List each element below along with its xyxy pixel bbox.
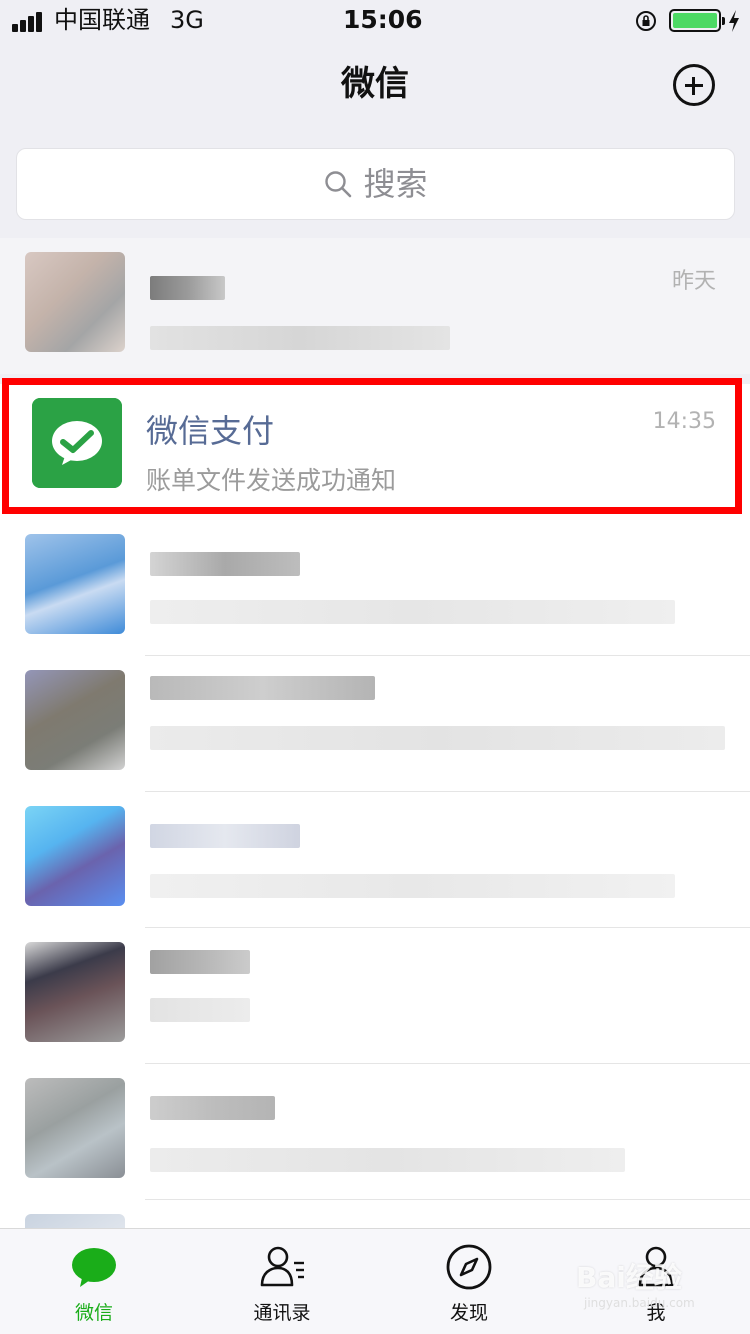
blurred-name <box>150 824 300 848</box>
blurred-preview <box>150 874 675 898</box>
search-icon <box>325 171 352 198</box>
blurred-preview <box>150 998 250 1022</box>
watermark-domain: jingyan.baidu.com <box>584 1296 695 1310</box>
charging-bolt-icon <box>729 10 739 32</box>
blurred-name <box>150 552 300 576</box>
plus-circle-icon[interactable] <box>673 64 715 106</box>
blurred-name <box>150 676 375 700</box>
compass-icon <box>446 1244 492 1290</box>
chat-row-blurred[interactable] <box>0 520 750 656</box>
chat-row-blurred[interactable]: 昨天 <box>0 238 750 374</box>
highlight-box <box>2 378 742 514</box>
tab-discover[interactable]: 发现 <box>375 1229 563 1334</box>
avatar <box>25 942 125 1042</box>
page-title: 微信 <box>341 64 409 104</box>
blurred-name <box>150 1096 275 1120</box>
tab-label: 通讯录 <box>253 1302 311 1324</box>
battery-icon <box>669 9 725 32</box>
battery-level <box>673 13 717 28</box>
avatar <box>25 1214 125 1228</box>
blurred-preview <box>150 1148 625 1172</box>
tab-contacts[interactable]: 通讯录 <box>188 1229 376 1334</box>
chat-row-blurred[interactable] <box>0 1200 750 1228</box>
chat-row-blurred[interactable] <box>0 792 750 928</box>
tab-label: 发现 <box>449 1302 488 1324</box>
rotation-lock-icon <box>636 11 656 31</box>
blurred-preview <box>150 726 725 750</box>
status-time: 15:06 <box>343 5 423 34</box>
avatar <box>25 1078 125 1178</box>
tab-label: 微信 <box>74 1302 113 1324</box>
watermark-logo: Bai经验 <box>576 1261 682 1294</box>
contacts-icon <box>260 1246 304 1287</box>
tab-chats[interactable]: 微信 <box>0 1229 188 1334</box>
chat-row-blurred[interactable] <box>0 928 750 1064</box>
chat-bubble-icon <box>72 1248 116 1287</box>
status-bar: 中国联通 3G 15:06 <box>0 0 750 40</box>
chat-row-blurred[interactable] <box>0 1064 750 1200</box>
chat-row-blurred[interactable] <box>0 656 750 792</box>
search-placeholder: 搜索 <box>363 165 428 203</box>
blurred-preview <box>150 326 450 350</box>
blurred-name <box>150 950 250 974</box>
blurred-preview <box>150 600 675 624</box>
avatar <box>25 252 125 352</box>
network-type: 3G <box>170 6 204 34</box>
chat-time: 昨天 <box>671 269 716 294</box>
blurred-name <box>150 276 225 300</box>
carrier-name: 中国联通 <box>54 6 150 34</box>
search-input[interactable]: 搜索 <box>16 148 735 220</box>
avatar <box>25 670 125 770</box>
nav-bar: 微信 <box>0 40 750 128</box>
avatar <box>25 806 125 906</box>
signal-strength-icon <box>12 12 48 32</box>
avatar <box>25 534 125 634</box>
